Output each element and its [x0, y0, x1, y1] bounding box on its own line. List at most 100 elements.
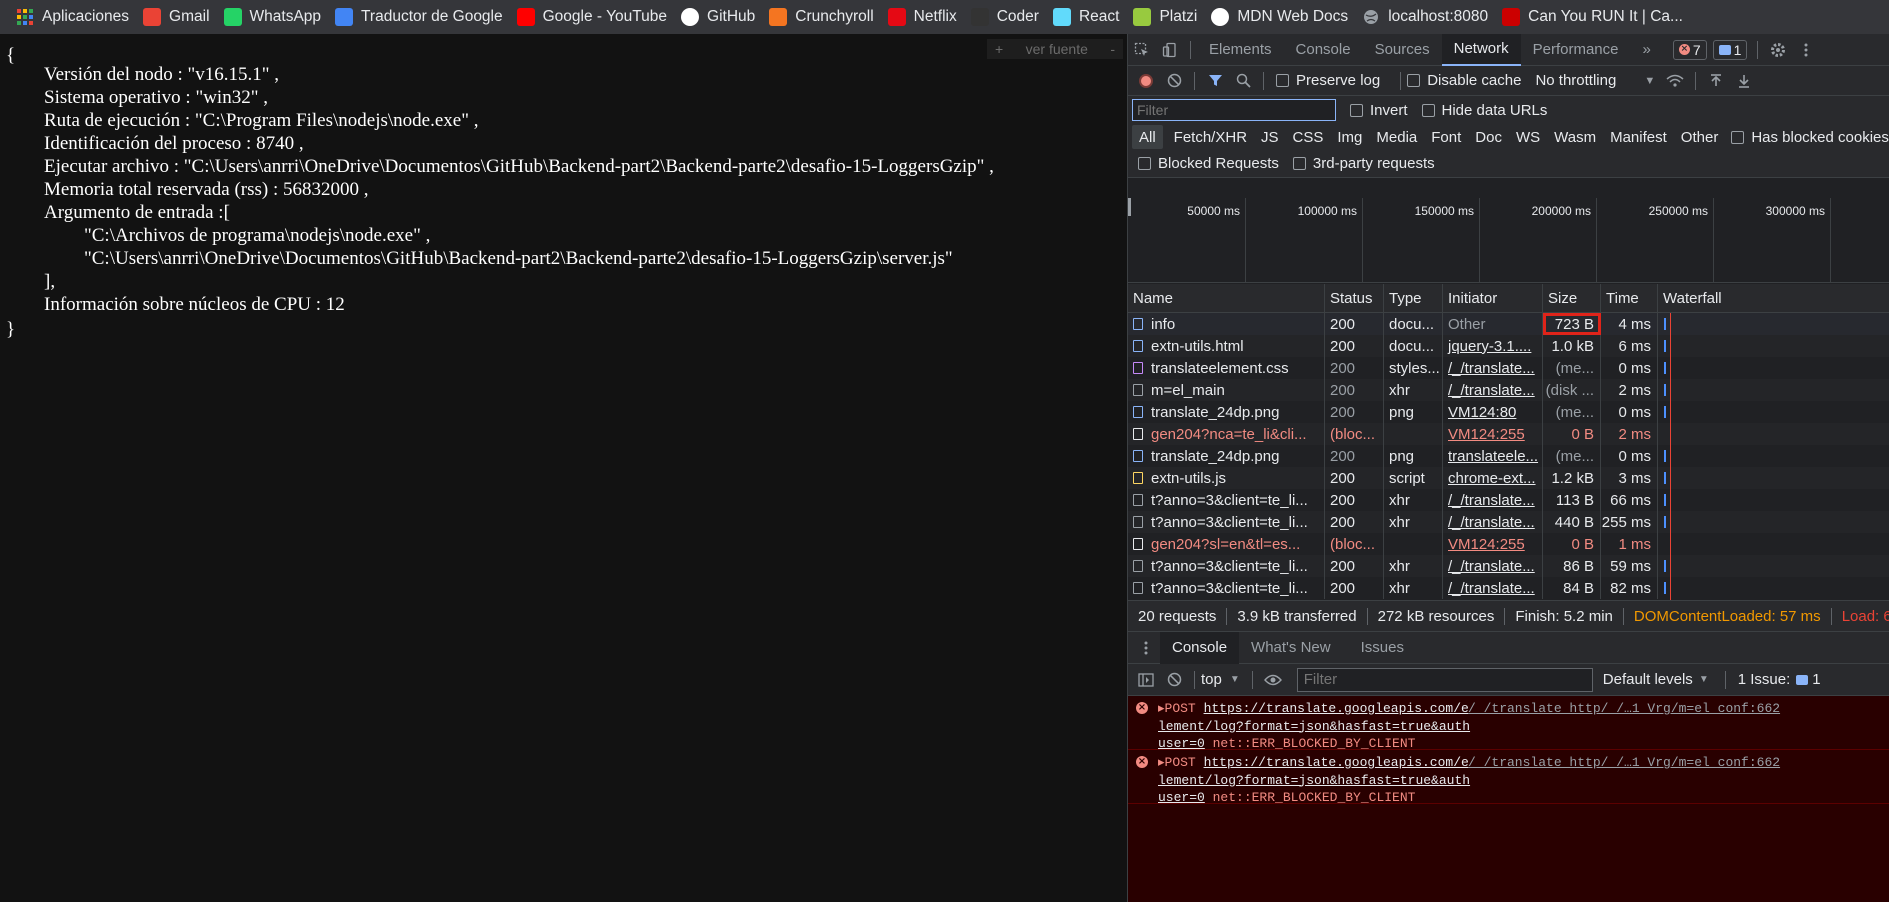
type-filter-wasm[interactable]: Wasm [1547, 125, 1603, 149]
table-row[interactable]: gen204?sl=en&tl=es... (bloc... VM124:255 0 … [1128, 533, 1889, 555]
third-party-checkbox[interactable]: 3rd-party requests [1292, 155, 1435, 172]
search-icon[interactable] [1229, 67, 1257, 95]
device-toolbar-icon[interactable] [1156, 36, 1184, 64]
message-source-link[interactable]: /_/translate_http/_/…1_Vrg/m=el_conf:662 [1468, 754, 1780, 772]
table-row[interactable]: info 200 docu... Other 723 B 4 ms [1128, 313, 1889, 335]
view-source-toggle[interactable]: + ver fuente - [987, 39, 1123, 59]
cell-initiator-text[interactable]: /_/translate... [1448, 492, 1535, 509]
type-filter-manifest[interactable]: Manifest [1603, 125, 1674, 149]
filter-icon[interactable] [1201, 67, 1229, 95]
drawer-tab-console[interactable]: Console [1160, 631, 1240, 664]
request-url-end[interactable]: user=0 [1158, 790, 1205, 805]
type-filter-font[interactable]: Font [1424, 125, 1468, 149]
cell-initiator-text[interactable]: /_/translate... [1448, 360, 1535, 377]
drawer-tab-whats-new[interactable]: What's New [1239, 632, 1343, 664]
table-row[interactable]: extn-utils.js 200 script chrome-ext... 1.2 k… [1128, 467, 1889, 489]
blocked-requests-checkbox[interactable]: Blocked Requests [1138, 155, 1279, 172]
issues-counter-button[interactable]: 1 Issue: 1 [1738, 671, 1821, 688]
request-url-end[interactable]: user=0 [1158, 736, 1205, 751]
console-filter-input[interactable] [1296, 667, 1593, 692]
bookmark-item[interactable]: GitHub [677, 3, 765, 31]
import-har-icon[interactable] [1702, 67, 1730, 95]
bookmark-item[interactable]: WhatsApp [220, 3, 332, 31]
context-select[interactable]: top ▼ [1201, 671, 1240, 688]
throttling-select[interactable]: No throttling ▼ [1535, 72, 1655, 89]
request-url[interactable]: https://translate.googleapis.com/e [1204, 701, 1469, 716]
type-filter-css[interactable]: CSS [1286, 125, 1331, 149]
log-levels-select[interactable]: Default levels ▼ [1603, 671, 1709, 688]
kebab-menu-icon[interactable] [1792, 36, 1820, 64]
kebab-menu-icon[interactable] [1132, 634, 1160, 662]
request-url[interactable]: https://translate.googleapis.com/e [1204, 755, 1469, 770]
table-row[interactable]: translate_24dp.png 200 png translateele... (… [1128, 445, 1889, 467]
column-header-status[interactable]: Status [1325, 284, 1384, 313]
tab-elements[interactable]: Elements [1197, 34, 1284, 66]
column-header-size[interactable]: Size [1543, 284, 1601, 313]
column-header-name[interactable]: Name [1128, 284, 1325, 313]
bookmark-item[interactable]: Google - YouTube [513, 3, 677, 31]
eye-icon[interactable] [1259, 666, 1287, 694]
cell-initiator-text[interactable]: translateele... [1448, 448, 1538, 465]
table-row[interactable]: t?anno=3&client=te_li... 200 xhr /_/transla… [1128, 489, 1889, 511]
column-header-time[interactable]: Time [1601, 284, 1658, 313]
table-row[interactable]: gen204?nca=te_li&cli... (bloc... VM124:255… [1128, 423, 1889, 445]
bookmark-item[interactable]: localhost:8080 [1358, 3, 1498, 31]
bookmark-item[interactable]: Aplicaciones [12, 3, 139, 31]
bookmark-item[interactable]: Gmail [139, 3, 219, 31]
has-blocked-cookies-checkbox[interactable]: Has blocked cookies [1731, 129, 1889, 146]
preserve-log-checkbox[interactable]: Preserve log [1276, 72, 1380, 89]
bookmark-item[interactable]: Crunchyroll [765, 3, 883, 31]
type-filter-js[interactable]: JS [1254, 125, 1286, 149]
type-filter-fetch-xhr[interactable]: Fetch/XHR [1167, 125, 1254, 149]
type-filter-other[interactable]: Other [1674, 125, 1726, 149]
console-error-message[interactable]: × ▸POST https://translate.googleapis.com… [1128, 696, 1889, 751]
cell-initiator-text[interactable]: /_/translate... [1448, 514, 1535, 531]
bookmark-item[interactable]: Traductor de Google [331, 3, 513, 31]
message-source-link[interactable]: /_/translate_http/_/…1_Vrg/m=el_conf:662 [1468, 700, 1780, 718]
column-header-type[interactable]: Type [1384, 284, 1443, 313]
disable-cache-checkbox[interactable]: Disable cache [1407, 72, 1521, 89]
table-row[interactable]: translateelement.css 200 styles... /_/trans… [1128, 357, 1889, 379]
cell-initiator-text[interactable]: jquery-3.1.... [1448, 338, 1531, 355]
column-header-initiator[interactable]: Initiator [1443, 284, 1543, 313]
type-filter-all[interactable]: All [1132, 125, 1163, 149]
cell-initiator-text[interactable]: /_/translate... [1448, 558, 1535, 575]
issues-badge[interactable]: 1 [1712, 39, 1748, 60]
clear-icon[interactable] [1160, 67, 1188, 95]
type-filter-doc[interactable]: Doc [1468, 125, 1509, 149]
sidebar-toggle-icon[interactable] [1132, 666, 1160, 694]
bookmark-item[interactable]: Netflix [884, 3, 967, 31]
tab-performance[interactable]: Performance [1521, 34, 1631, 66]
cell-initiator-text[interactable]: /_/translate... [1448, 580, 1535, 597]
type-filter-img[interactable]: Img [1330, 125, 1369, 149]
hide-data-urls-checkbox[interactable]: Hide data URLs [1421, 102, 1547, 119]
cell-initiator-text[interactable]: VM124:255 [1448, 536, 1525, 553]
more-tabs-button[interactable]: » [1631, 34, 1663, 66]
bookmark-item[interactable]: React [1049, 3, 1130, 31]
column-header-waterfall[interactable]: Waterfall [1658, 284, 1889, 313]
type-filter-media[interactable]: Media [1369, 125, 1424, 149]
console-error-message[interactable]: × ▸POST https://translate.googleapis.com… [1128, 750, 1889, 805]
cell-initiator-text[interactable]: /_/translate... [1448, 382, 1535, 399]
request-url-continued[interactable]: lement/log?format=json&hasfast=true&auth [1158, 718, 1889, 736]
bookmark-item[interactable]: Coder [967, 3, 1049, 31]
tab-sources[interactable]: Sources [1363, 34, 1442, 66]
table-row[interactable]: m=el_main 200 xhr /_/translate... (disk ... 2… [1128, 379, 1889, 401]
bookmark-item[interactable]: Can You RUN It | Ca... [1498, 3, 1693, 31]
cell-initiator-text[interactable]: VM124:255 [1448, 426, 1525, 443]
network-conditions-icon[interactable] [1661, 67, 1689, 95]
type-filter-ws[interactable]: WS [1509, 125, 1547, 149]
cell-initiator-text[interactable]: VM124:80 [1448, 404, 1516, 421]
export-har-icon[interactable] [1730, 67, 1758, 95]
errors-badge[interactable]: × 7 [1672, 39, 1707, 60]
tab-console[interactable]: Console [1284, 34, 1363, 66]
bookmark-item[interactable]: MDN Web Docs [1207, 3, 1358, 31]
gear-icon[interactable] [1764, 36, 1792, 64]
tab-network[interactable]: Network [1441, 33, 1521, 66]
table-row[interactable]: translate_24dp.png 200 png VM124:80 (me... 0 … [1128, 401, 1889, 423]
record-icon[interactable] [1132, 67, 1160, 95]
drawer-tab-issues[interactable]: Issues [1349, 632, 1416, 664]
filter-input[interactable] [1132, 99, 1336, 121]
table-row[interactable]: t?anno=3&client=te_li... 200 xhr /_/transla… [1128, 577, 1889, 599]
bookmark-item[interactable]: Platzi [1129, 3, 1207, 31]
